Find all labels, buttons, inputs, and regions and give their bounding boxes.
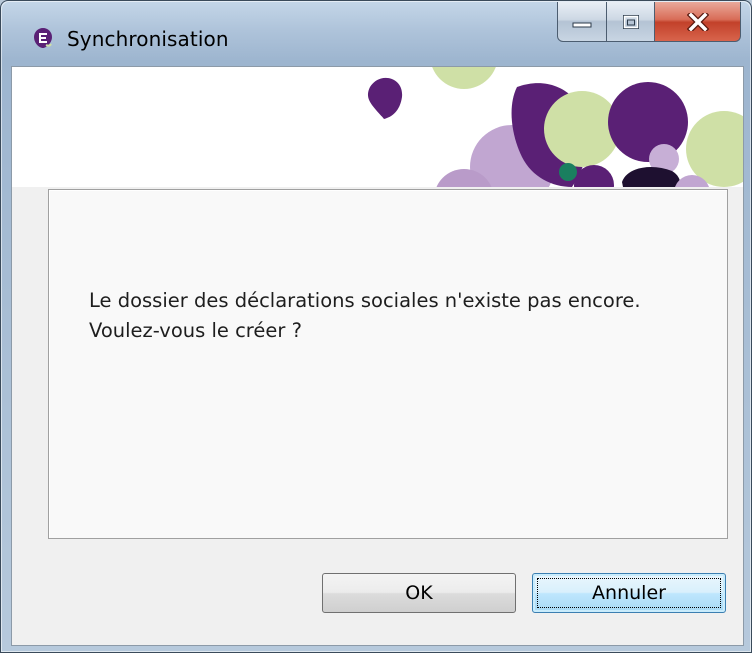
cancel-button-label: Annuler — [592, 582, 666, 604]
ok-button[interactable]: OK — [322, 573, 516, 613]
title-bar[interactable]: Synchronisation — [1, 1, 751, 67]
dialog-client-area: Le dossier des déclarations sociales n'e… — [11, 66, 744, 646]
app-logo-icon — [34, 28, 52, 48]
close-icon — [686, 12, 709, 31]
message-line-1: Le dossier des déclarations sociales n'e… — [89, 289, 641, 312]
cancel-button[interactable]: Annuler — [532, 573, 726, 613]
dialog-window: Synchronisation Le dossier des déclarati… — [0, 0, 752, 653]
window-title: Synchronisation — [67, 27, 229, 51]
maximize-icon — [622, 14, 639, 29]
close-button[interactable] — [655, 2, 741, 42]
minimize-button[interactable] — [557, 2, 607, 42]
message-text: Le dossier des déclarations sociales n'e… — [89, 286, 709, 346]
minimize-icon — [572, 22, 592, 27]
message-panel: Le dossier des déclarations sociales n'e… — [48, 189, 728, 539]
maximize-button[interactable] — [607, 2, 655, 42]
message-line-2: Voulez-vous le créer ? — [89, 319, 302, 342]
decorative-banner — [12, 67, 743, 187]
caption-buttons — [557, 2, 741, 44]
brand-bubbles-graphic — [367, 67, 743, 187]
